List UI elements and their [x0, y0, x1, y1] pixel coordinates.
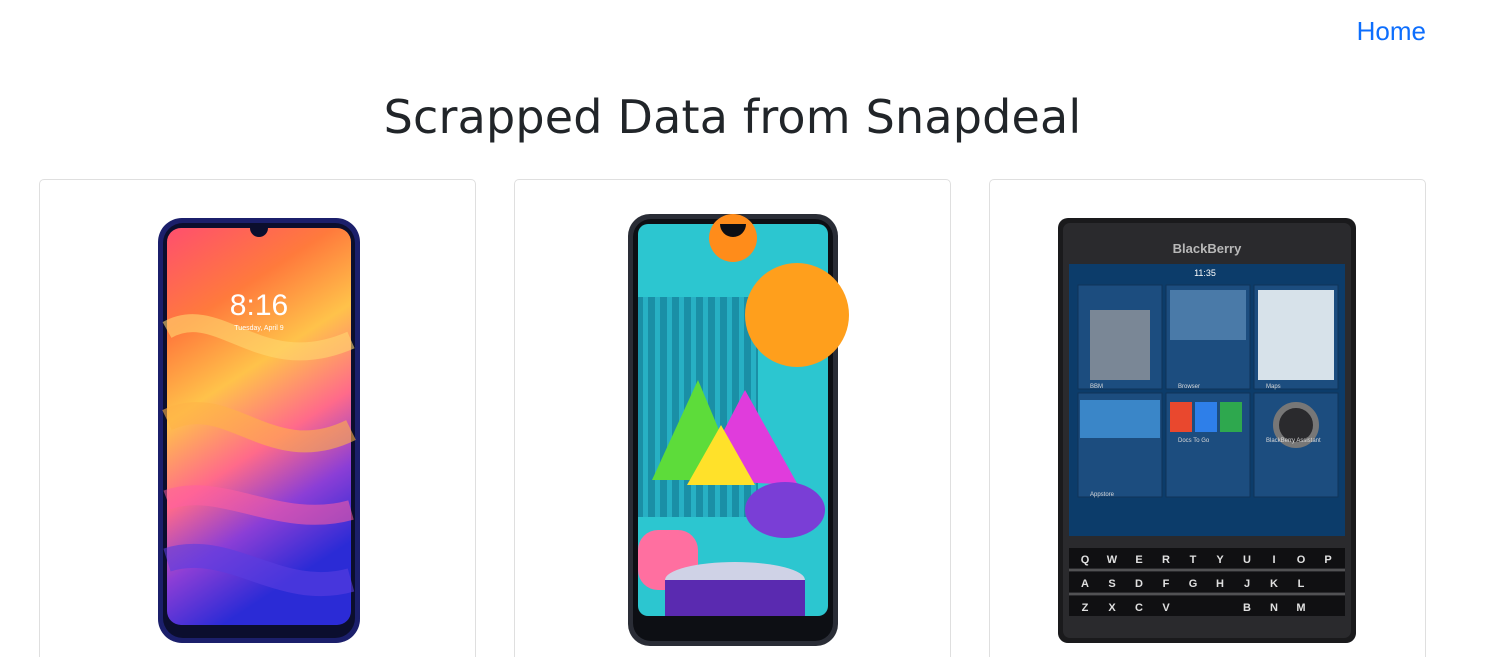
product-card[interactable]: 8:16 Tuesday, April 9	[39, 179, 476, 657]
page-title: Scrapped Data from Snapdeal	[383, 90, 1082, 144]
svg-text:J: J	[1244, 578, 1250, 590]
svg-text:Docs To Go: Docs To Go	[1178, 438, 1210, 444]
svg-text:O: O	[1297, 554, 1306, 566]
svg-text:Tuesday, April 9: Tuesday, April 9	[234, 325, 284, 332]
svg-text:F: F	[1163, 578, 1170, 590]
svg-text:T: T	[1190, 554, 1197, 566]
svg-text:B: B	[1243, 602, 1251, 614]
svg-text:E: E	[1135, 554, 1142, 566]
svg-text:C: C	[1135, 602, 1143, 614]
home-link[interactable]: Home	[1357, 16, 1426, 47]
svg-text:Y: Y	[1216, 554, 1224, 566]
svg-text:Browser: Browser	[1178, 384, 1200, 390]
svg-text:W: W	[1107, 554, 1118, 566]
svg-text:I: I	[1272, 554, 1275, 566]
product-card[interactable]: BlackBerry 11:35 BBM Browser Maps Appsto…	[989, 179, 1426, 657]
svg-text:P: P	[1324, 554, 1331, 566]
svg-text:L: L	[1298, 578, 1305, 590]
samsung-phone-image[interactable]	[515, 180, 950, 655]
svg-text:S: S	[1108, 578, 1115, 590]
svg-text:BBM: BBM	[1090, 384, 1103, 390]
svg-text:BlackBerry: BlackBerry	[1173, 241, 1242, 256]
svg-text:G: G	[1189, 578, 1198, 590]
blackberry-phone-image[interactable]: BlackBerry 11:35 BBM Browser Maps Appsto…	[990, 180, 1425, 655]
svg-text:M: M	[1296, 602, 1305, 614]
svg-text:BlackBerry Assistant: BlackBerry Assistant	[1266, 438, 1321, 444]
svg-text:K: K	[1270, 578, 1278, 590]
svg-text:D: D	[1135, 578, 1143, 590]
svg-text:A: A	[1081, 578, 1089, 590]
svg-text:X: X	[1108, 602, 1116, 614]
svg-text:Appstore: Appstore	[1090, 492, 1115, 498]
svg-text:Z: Z	[1082, 602, 1089, 614]
svg-text:8:16: 8:16	[230, 289, 288, 322]
svg-text:N: N	[1270, 602, 1278, 614]
svg-text:U: U	[1243, 554, 1251, 566]
svg-text:R: R	[1162, 554, 1170, 566]
svg-text:Maps: Maps	[1266, 384, 1281, 390]
svg-text:H: H	[1216, 578, 1224, 590]
product-card[interactable]	[514, 179, 951, 657]
svg-text:V: V	[1162, 602, 1170, 614]
redmi-phone-image[interactable]: 8:16 Tuesday, April 9	[40, 180, 475, 655]
svg-text:Q: Q	[1081, 554, 1090, 566]
svg-text:11:35: 11:35	[1194, 268, 1216, 278]
